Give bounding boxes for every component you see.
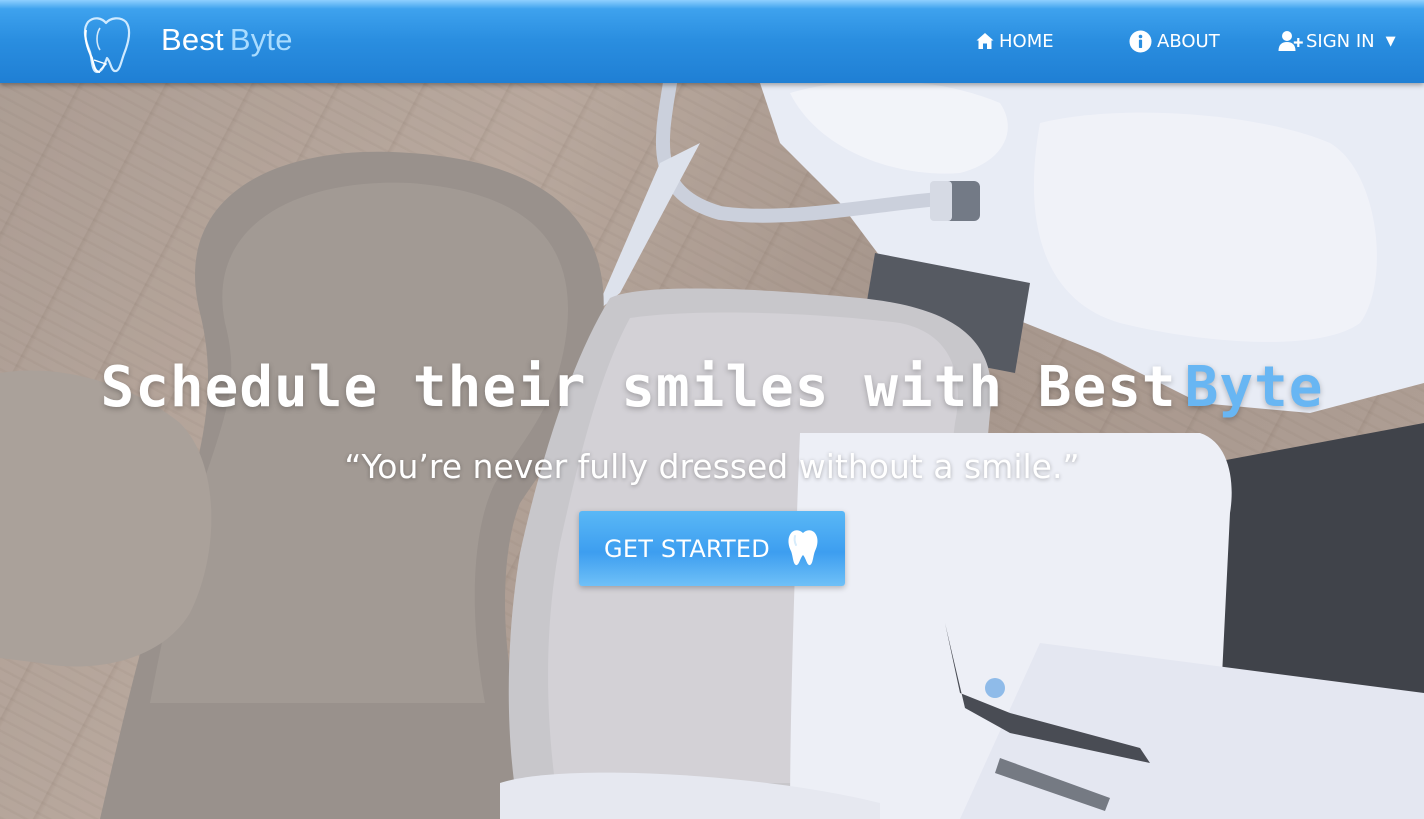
navbar: Best Byte HOME ABOUT SIGN IN ▼: [0, 0, 1424, 83]
hero-section: Schedule their smiles with Best Byte “You…: [0, 83, 1424, 819]
nav-home-label: HOME: [999, 30, 1054, 52]
nav-home-link[interactable]: HOME: [975, 27, 1054, 55]
get-started-label: GET STARTED: [604, 534, 770, 563]
info-icon: [1129, 30, 1152, 53]
caret-down-icon: ▼: [1385, 33, 1396, 49]
headline-main: Schedule their smiles with Best: [100, 355, 1177, 420]
tooth-logo-icon[interactable]: [80, 14, 132, 74]
get-started-button[interactable]: GET STARTED: [579, 511, 845, 586]
home-icon: [975, 31, 995, 51]
brand-logo-text[interactable]: Best Byte: [161, 20, 293, 60]
nav-about-label: ABOUT: [1157, 30, 1220, 52]
hero-quote: “You’re never fully dressed without a sm…: [344, 447, 1080, 486]
brand-first: Best: [161, 22, 224, 57]
user-plus-icon: [1278, 30, 1304, 52]
brand-second: Byte: [229, 22, 293, 57]
hero-headline: Schedule their smiles with Best Byte: [0, 353, 1424, 423]
nav-about-link[interactable]: ABOUT: [1129, 27, 1220, 55]
nav-signin-dropdown[interactable]: SIGN IN ▼: [1278, 27, 1396, 55]
tooth-icon: [786, 529, 820, 571]
nav-signin-label: SIGN IN: [1306, 30, 1375, 52]
headline-accent: Byte: [1184, 355, 1324, 420]
